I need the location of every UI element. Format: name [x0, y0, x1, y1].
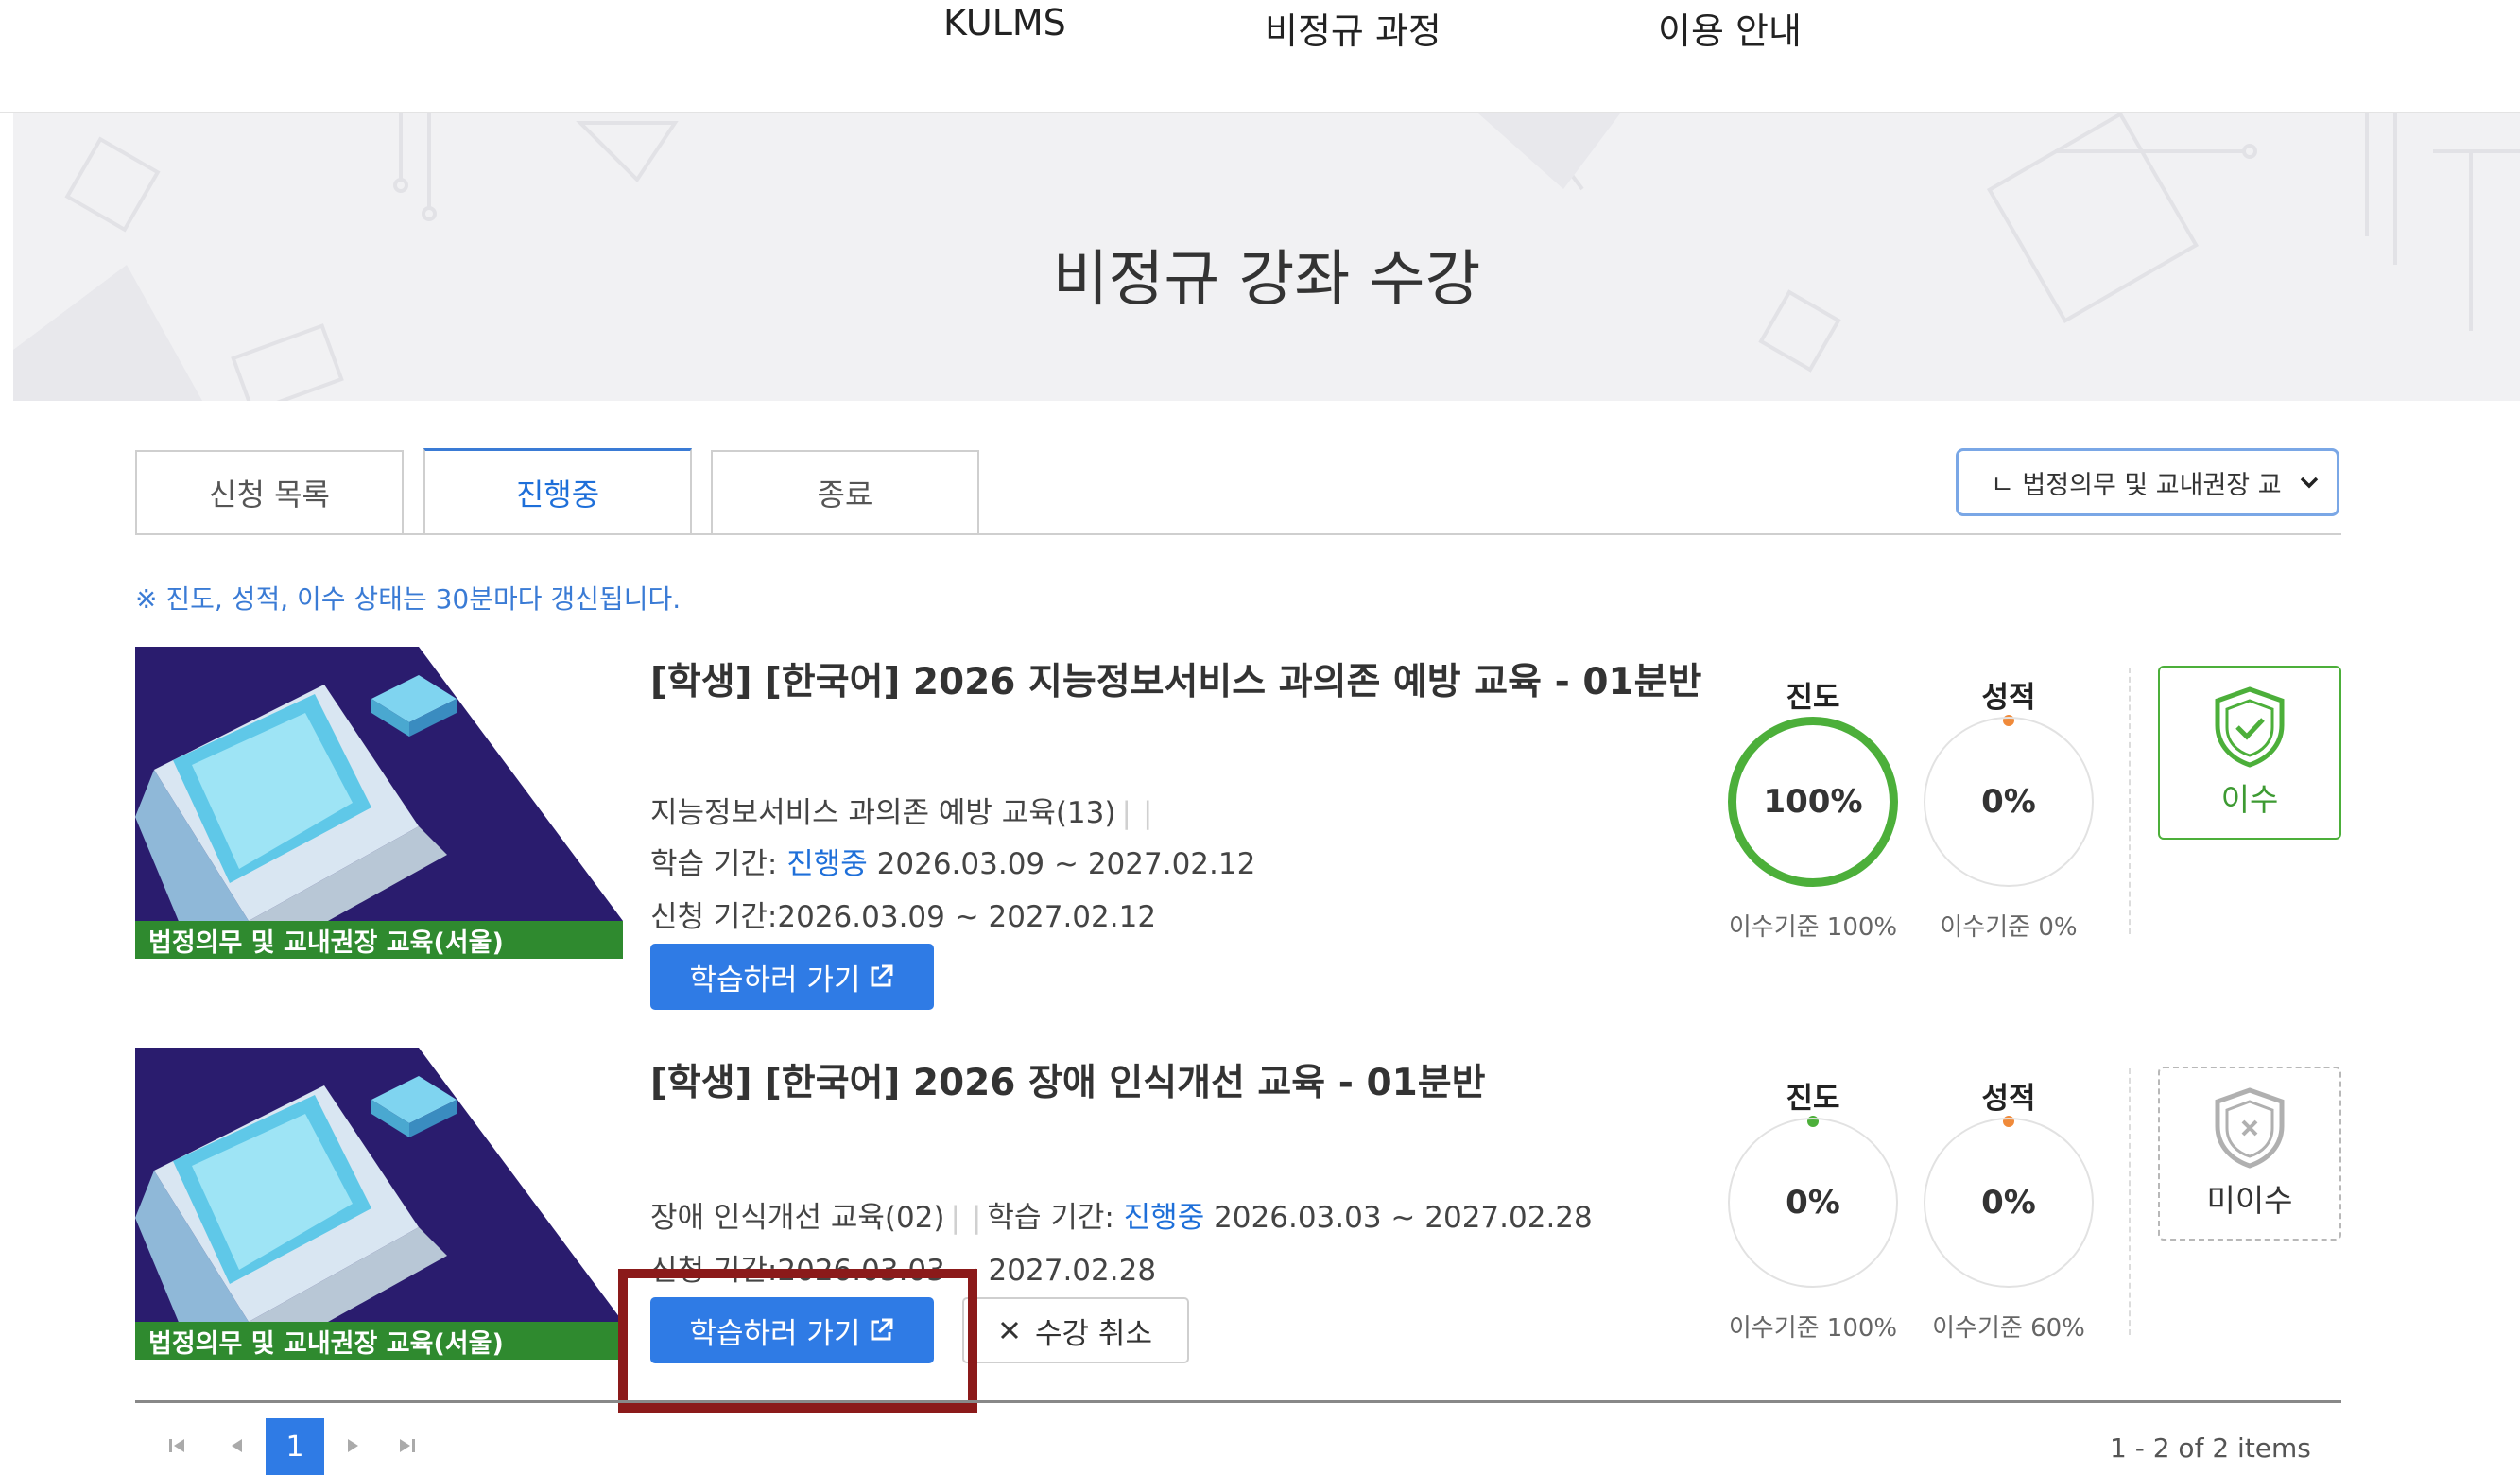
apply-period: 신청 기간:2026.03.09 ~ 2027.02.12 — [650, 900, 1157, 934]
completion-status: 이수 — [2220, 781, 2279, 818]
study-button-label: 학습하러 가기 — [689, 963, 861, 998]
nav-usage-guide[interactable]: 이용 안내 — [1658, 2, 1802, 54]
course-category-label: 법정의무 및 교내권장 교육(서울) — [135, 921, 623, 959]
shield-check-icon — [2215, 686, 2285, 768]
progress-value: 0% — [1786, 1184, 1840, 1222]
page-number-current[interactable]: 1 — [266, 1418, 324, 1475]
course-title: [학생] [한국어] 2026 지능정보서비스 과의존 예방 교육 - 01분반 — [650, 661, 1702, 703]
page-title: 비정규 강좌 수강 — [1052, 245, 1481, 315]
study-period-dates: 2026.03.03 ~ 2027.02.28 — [1204, 1201, 1593, 1235]
course-subject-text: 장애 인식개선 교육(02) — [650, 1201, 945, 1235]
completion-status: 미이수 — [2206, 1182, 2293, 1219]
course-thumbnail[interactable]: 법정의무 및 교내권장 교육(서울) — [135, 647, 623, 959]
highlight-box — [618, 1269, 977, 1413]
progress-requirement: 이수기준 100% — [1728, 913, 1898, 942]
progress-label: 진도 — [1786, 1082, 1840, 1116]
grade-circle: 0% — [1924, 717, 2094, 887]
refresh-notice: ※ 진도, 성적, 이수 상태는 30분마다 갱신됩니다. — [135, 583, 682, 615]
nav-non-regular-course[interactable]: 비정규 과정 — [1265, 2, 1441, 54]
grade-circle: 0% — [1924, 1118, 2094, 1288]
close-icon — [999, 1320, 1020, 1341]
grade-requirement: 이수기준 0% — [1940, 913, 2078, 942]
separator: | — [971, 1201, 982, 1235]
divider — [2129, 668, 2131, 934]
course-subject: 장애 인식개선 교육(02) | | 학습 기간: 진행중 2026.03.03 ~ … — [650, 1193, 1593, 1236]
chevron-down-icon — [2299, 468, 2320, 503]
divider — [2129, 1068, 2131, 1335]
progress-value: 100% — [1763, 783, 1863, 821]
laptop-illustration — [135, 1048, 623, 1360]
cancel-enrollment-label: 수강 취소 — [1035, 1316, 1152, 1351]
tab-completed[interactable]: 종료 — [711, 450, 979, 533]
nav-kulms[interactable]: KULMS — [943, 2, 1066, 43]
grade-label: 성적 — [1981, 1082, 2036, 1116]
progress-circle: 0% — [1728, 1118, 1898, 1288]
grade-label: 성적 — [1981, 681, 2036, 715]
shield-x-icon — [2215, 1087, 2285, 1169]
separator: | — [950, 1201, 960, 1235]
course-title: [학생] [한국어] 2026 장애 인식개선 교육 - 01분반 — [650, 1062, 1486, 1104]
course-subject-text: 지능정보서비스 과의존 예방 교육(13) — [650, 796, 1116, 830]
status-text: 진행중 — [786, 847, 868, 881]
course-thumbnail[interactable]: 법정의무 및 교내권장 교육(서울) — [135, 1048, 623, 1360]
external-link-icon — [868, 963, 894, 990]
list-bottom-divider — [135, 1400, 2341, 1403]
completion-badge: 미이수 — [2158, 1067, 2341, 1241]
study-period-label: 학습 기간: — [987, 1201, 1124, 1235]
course-subject: 지능정보서비스 과의존 예방 교육(13) | | — [650, 789, 1158, 831]
study-button[interactable]: 학습하러 가기 — [650, 944, 934, 1010]
pagination-summary: 1 - 2 of 2 items — [2110, 1432, 2311, 1464]
last-page-icon[interactable] — [397, 1435, 418, 1462]
progress-label: 진도 — [1786, 681, 1840, 715]
laptop-illustration — [135, 647, 623, 959]
progress-requirement: 이수기준 100% — [1728, 1314, 1898, 1343]
tab-in-progress[interactable]: 진행중 — [423, 448, 692, 533]
grade-value: 0% — [1981, 783, 2036, 821]
study-period-label: 학습 기간: — [650, 847, 787, 881]
cancel-enrollment-button[interactable]: 수강 취소 — [962, 1297, 1189, 1363]
status-text: 진행중 — [1123, 1201, 1205, 1235]
top-navigation: KULMS 비정규 과정 이용 안내 — [0, 0, 2520, 113]
category-filter-select[interactable]: ㄴ 법정의무 및 교내권장 교 — [1956, 448, 2339, 516]
grade-value: 0% — [1981, 1184, 2036, 1222]
separator: | — [1121, 796, 1131, 830]
course-category-label: 법정의무 및 교내권장 교육(서울) — [135, 1322, 623, 1360]
previous-page-icon[interactable] — [227, 1435, 248, 1462]
study-period: 학습 기간: 진행중 2026.03.09 ~ 2027.02.12 — [650, 840, 1255, 882]
category-filter-value: ㄴ 법정의무 및 교내권장 교 — [1991, 470, 2282, 500]
tab-underline — [135, 533, 2341, 535]
first-page-icon[interactable] — [166, 1435, 187, 1462]
progress-circle: 100% — [1728, 717, 1898, 887]
hero-banner: 비정규 강좌 수강 — [13, 113, 2520, 401]
grade-requirement: 이수기준 60% — [1932, 1314, 2085, 1343]
completion-badge: 이수 — [2158, 666, 2341, 840]
next-page-icon[interactable] — [342, 1435, 363, 1462]
tab-applications[interactable]: 신청 목록 — [135, 450, 404, 533]
separator: | — [1142, 796, 1153, 830]
study-period-dates: 2026.03.09 ~ 2027.02.12 — [867, 847, 1256, 881]
